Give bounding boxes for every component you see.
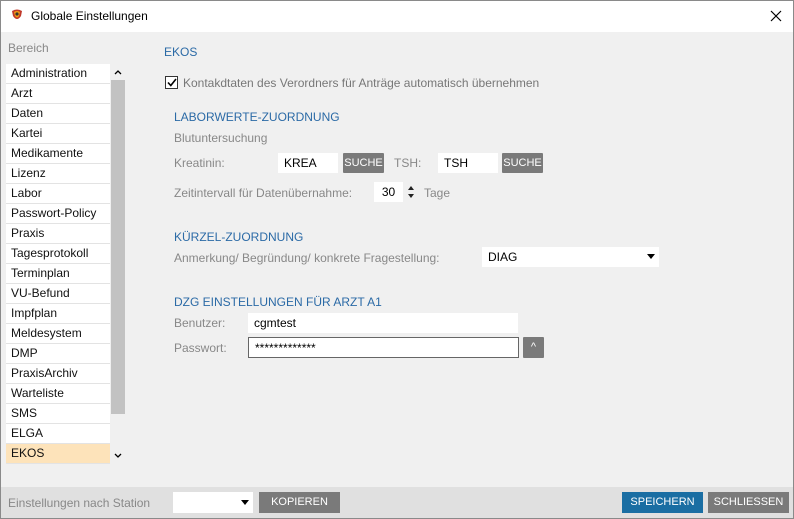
- kuerzel-label: Anmerkung/ Begründung/ konkrete Frageste…: [174, 251, 440, 265]
- interval-stepper-icon[interactable]: [406, 182, 416, 202]
- user-input[interactable]: cgmtest: [248, 313, 518, 333]
- tsh-search-button[interactable]: SUCHE: [502, 153, 543, 173]
- kreatinin-search-button[interactable]: SUCHE: [343, 153, 384, 173]
- tsh-input[interactable]: TSH: [438, 153, 498, 173]
- labor-subtitle: Blutuntersuchung: [174, 131, 268, 145]
- kuerzel-select[interactable]: DIAG: [482, 247, 659, 267]
- chevron-down-icon: [241, 500, 249, 505]
- kreatinin-label: Kreatinin:: [174, 156, 225, 170]
- chevron-down-icon: [647, 254, 655, 259]
- interval-input[interactable]: 30: [374, 182, 403, 202]
- settings-panel: EKOS Kontakdtaten des Verordners für Ant…: [1, 32, 793, 487]
- auto-contact-label: Kontakdtaten des Verordners für Anträge …: [183, 76, 540, 90]
- close-icon[interactable]: [765, 5, 787, 27]
- auto-contact-checkbox[interactable]: [165, 76, 178, 89]
- content-area: Bereich Administration Arzt Daten Kartei…: [1, 32, 793, 487]
- kreatinin-input[interactable]: KREA: [278, 153, 338, 173]
- user-label: Benutzer:: [174, 316, 226, 330]
- settings-window: Globale Einstellungen Bereich Administra…: [0, 0, 794, 519]
- interval-label: Zeitintervall für Datenübernahme:: [174, 186, 353, 200]
- close-button[interactable]: SCHLIESSEN: [708, 492, 789, 513]
- app-logo-icon: [12, 9, 22, 19]
- password-label: Passwort:: [174, 341, 227, 355]
- kuerzel-select-value: DIAG: [488, 250, 518, 264]
- labor-section-title: LABORWERTE-ZUORDNUNG: [174, 110, 340, 124]
- station-label: Einstellungen nach Station: [8, 496, 151, 510]
- copy-button[interactable]: KOPIEREN: [259, 492, 340, 513]
- save-button[interactable]: SPEICHERN: [622, 492, 703, 513]
- kuerzel-section-title: KÜRZEL-ZUORDNUNG: [174, 230, 304, 244]
- reveal-password-button[interactable]: ^: [523, 337, 544, 358]
- station-select[interactable]: [173, 492, 253, 513]
- interval-unit: Tage: [424, 186, 451, 200]
- dzg-section-title: DZG EINSTELLUNGEN FÜR ARZT A1: [174, 295, 382, 309]
- footer-bar: Einstellungen nach Station KOPIEREN SPEI…: [1, 487, 793, 518]
- tsh-label: TSH:: [394, 156, 422, 170]
- window-title: Globale Einstellungen: [31, 9, 148, 23]
- page-title: EKOS: [164, 45, 198, 59]
- title-bar: Globale Einstellungen: [1, 1, 793, 32]
- password-input[interactable]: *************: [248, 337, 519, 358]
